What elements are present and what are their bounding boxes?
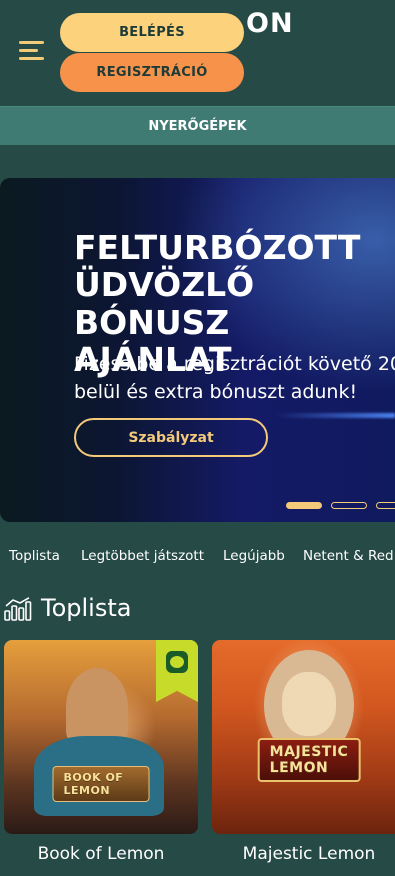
game-title[interactable]: Majestic Lemon xyxy=(212,844,395,864)
tab-most-played[interactable]: Legtöbbet játszott xyxy=(81,548,204,564)
game-card-majestic-lemon[interactable]: MAJESTIC LEMON xyxy=(212,640,395,834)
promo-banner[interactable]: FELTURBÓZOTT ÜDVÖZLŐ BÓNUSZ AJÁNLAT Fize… xyxy=(0,178,395,522)
rules-button[interactable]: Szabályzat xyxy=(74,418,268,457)
game-logo: BOOK OF LEMON xyxy=(52,766,150,802)
bar-chart-icon xyxy=(4,597,32,621)
game-card-book-of-lemon[interactable]: BOOK OF LEMON xyxy=(4,640,198,834)
slots-nav-tab[interactable]: NYERŐGÉPEK xyxy=(0,106,395,145)
tab-netent-red[interactable]: Netent & Red xyxy=(303,548,394,564)
game-title[interactable]: Book of Lemon xyxy=(4,844,198,864)
site-logo[interactable]: ON xyxy=(246,8,294,39)
section-title: Toplista xyxy=(41,594,132,622)
top-header: ON BELÉPÉS REGISZTRÁCIÓ xyxy=(0,0,395,106)
game-logo: MAJESTIC LEMON xyxy=(257,738,361,782)
carousel-dot[interactable] xyxy=(331,502,367,509)
slots-nav-label: NYERŐGÉPEK xyxy=(148,118,247,134)
register-button[interactable]: REGISZTRÁCIÓ xyxy=(60,53,244,92)
carousel-dot[interactable] xyxy=(376,502,395,509)
carousel-dot-active[interactable] xyxy=(286,502,322,509)
lemon-badge-icon xyxy=(156,640,198,702)
category-tabs: Toplista Legtöbbet játszott Legújabb Net… xyxy=(0,545,395,569)
login-button[interactable]: BELÉPÉS xyxy=(60,13,244,52)
hamburger-menu-icon[interactable] xyxy=(19,41,44,61)
banner-subtitle: Fizess be a regisztrációt követő 20 belü… xyxy=(74,353,395,403)
tab-toplist[interactable]: Toplista xyxy=(9,548,60,564)
tab-newest[interactable]: Legújabb xyxy=(223,548,285,564)
